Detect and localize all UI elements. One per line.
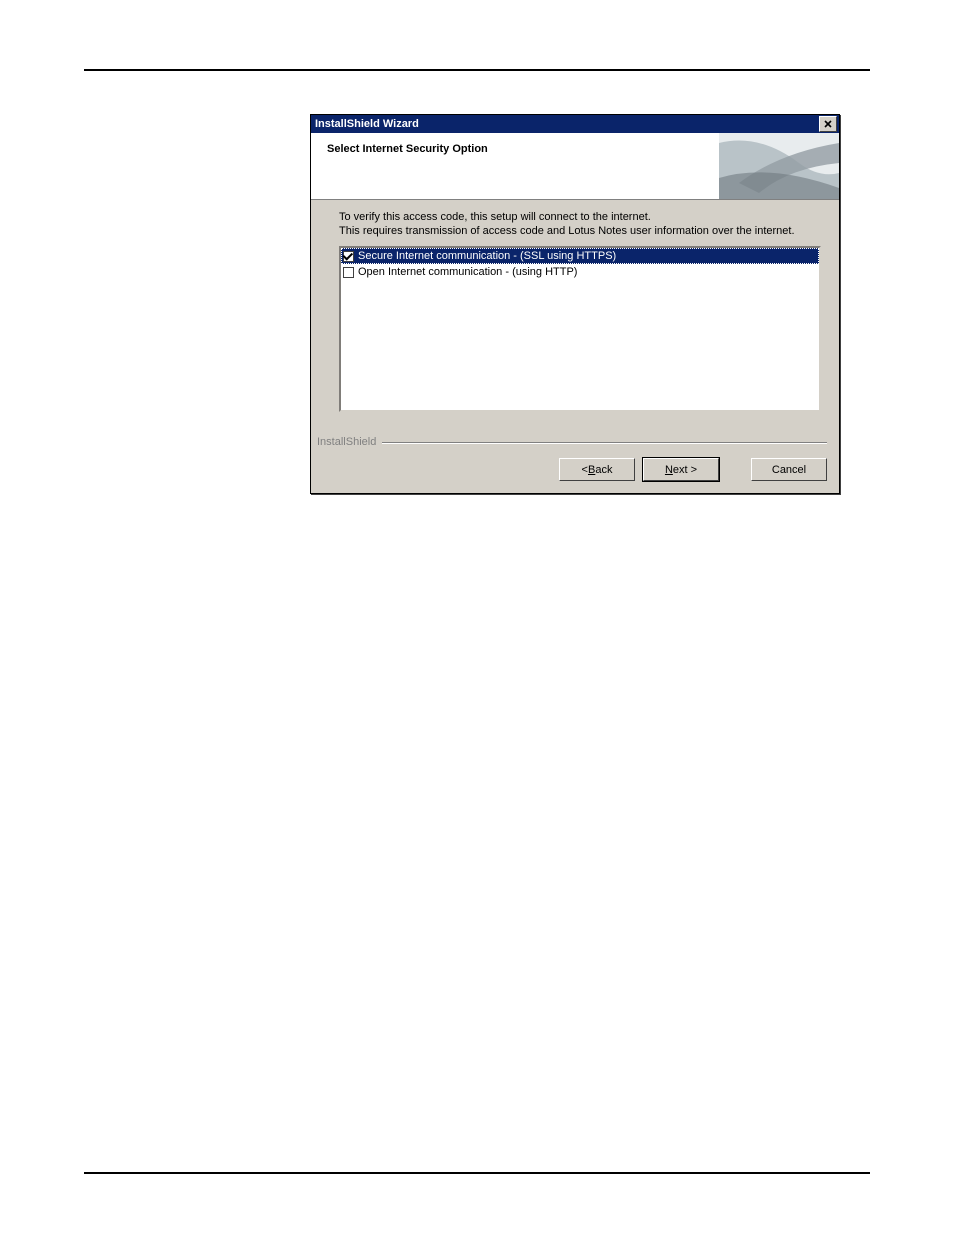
option-label: Open Internet communication - (using HTT… — [358, 266, 577, 278]
next-button[interactable]: Next > — [643, 458, 719, 481]
footer: InstallShield < Back Next > Cancel — [311, 436, 839, 493]
header-panel: Select Internet Security Option — [311, 133, 839, 200]
back-suffix: ack — [595, 464, 612, 476]
next-suffix: ext > — [673, 464, 697, 476]
page-rule-bottom — [84, 1172, 870, 1174]
instruction-line-1: To verify this access code, this setup w… — [339, 210, 821, 224]
cancel-button[interactable]: Cancel — [751, 458, 827, 481]
button-row: < Back Next > Cancel — [317, 458, 827, 481]
page-rule-top — [84, 69, 870, 71]
installshield-dialog: InstallShield Wizard Select Internet Sec… — [310, 114, 840, 494]
titlebar-title: InstallShield Wizard — [315, 118, 419, 130]
header-title: Select Internet Security Option — [327, 143, 488, 155]
next-mnemonic: N — [665, 464, 673, 476]
brand-row: InstallShield — [317, 436, 827, 448]
instruction-text: To verify this access code, this setup w… — [339, 210, 821, 238]
checkbox-icon[interactable] — [343, 251, 354, 262]
instruction-line-2: This requires transmission of access cod… — [339, 224, 821, 238]
back-mnemonic: B — [588, 464, 595, 476]
security-option-listbox[interactable]: Secure Internet communication - (SSL usi… — [339, 246, 821, 412]
close-icon[interactable] — [819, 116, 837, 132]
divider-line — [382, 442, 827, 443]
titlebar[interactable]: InstallShield Wizard — [311, 115, 839, 133]
brand-label: InstallShield — [317, 436, 376, 448]
wizard-graphic-icon — [719, 133, 839, 199]
checkbox-icon[interactable] — [343, 267, 354, 278]
body-panel: To verify this access code, this setup w… — [311, 200, 839, 418]
option-label: Secure Internet communication - (SSL usi… — [358, 250, 616, 262]
option-open-http[interactable]: Open Internet communication - (using HTT… — [341, 264, 819, 280]
button-spacer — [727, 458, 743, 481]
option-secure-https[interactable]: Secure Internet communication - (SSL usi… — [341, 248, 819, 264]
back-button[interactable]: < Back — [559, 458, 635, 481]
